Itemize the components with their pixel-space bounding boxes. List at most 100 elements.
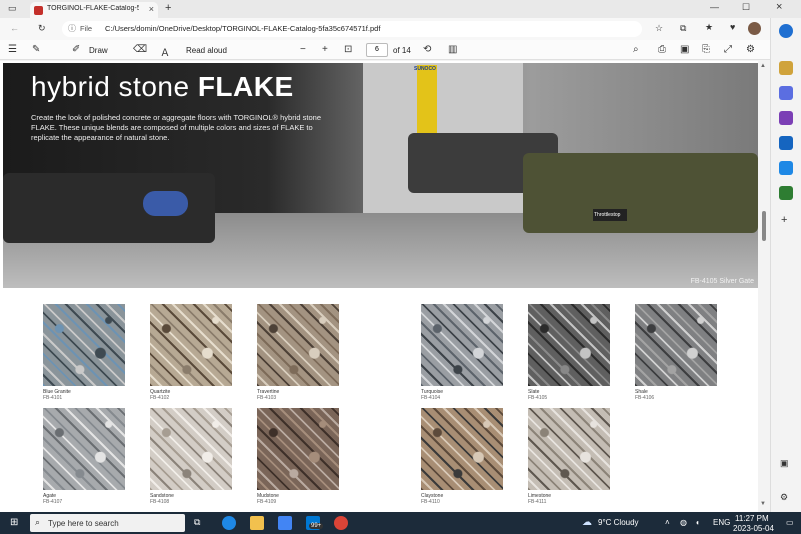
swatch-code: FB-4111 xyxy=(528,499,547,505)
scroll-up-icon[interactable]: ▲ xyxy=(760,63,766,69)
address-field[interactable]: ⓘ File C:/Users/domin/OneDrive/Desktop/T… xyxy=(62,21,642,37)
swatch-code: FB-4104 xyxy=(421,395,441,401)
edge-taskbar-icon[interactable] xyxy=(222,516,236,530)
draw-icon[interactable]: ✐ xyxy=(72,44,80,55)
chrome-icon[interactable] xyxy=(334,516,348,530)
swatch-tile xyxy=(635,304,717,386)
taskbar-search-box[interactable]: ⌕ Type here to search xyxy=(30,514,185,532)
scroll-down-icon[interactable]: ▼ xyxy=(760,501,766,507)
swatch-tile xyxy=(528,304,610,386)
page-number-input[interactable]: 6 xyxy=(366,43,388,57)
favorites-star-icon[interactable]: ☆ xyxy=(655,23,663,34)
weather-text[interactable]: 9°C Cloudy xyxy=(598,518,639,527)
contents-icon[interactable]: ☰ xyxy=(8,44,17,55)
drop-icon[interactable] xyxy=(779,161,793,175)
clock-date[interactable]: 2023-05-04 xyxy=(733,524,774,533)
zoom-out-icon[interactable]: − xyxy=(300,44,306,55)
split-screen-icon[interactable]: ⧉ xyxy=(680,23,686,34)
favorites-icon[interactable]: ★ xyxy=(705,22,713,33)
bing-icon[interactable] xyxy=(779,24,793,38)
tree-icon[interactable] xyxy=(779,186,793,200)
collections-icon[interactable]: ♥ xyxy=(730,22,735,32)
add-sidebar-app-icon[interactable]: + xyxy=(781,214,787,226)
maximize-icon[interactable]: ☐ xyxy=(742,2,750,13)
swatch-code: FB-4106 xyxy=(635,395,655,401)
page-view-icon[interactable]: ▥ xyxy=(448,44,457,55)
eraser-icon[interactable]: ⌫ xyxy=(133,44,147,55)
swatch-code: FB-4110 xyxy=(421,499,440,505)
sidebar-hide-icon[interactable]: ▣ xyxy=(780,458,789,469)
search-pdf-icon[interactable]: ⌕ xyxy=(633,44,639,55)
highlight-icon[interactable]: ✎ xyxy=(32,44,40,55)
close-window-icon[interactable]: × xyxy=(776,1,782,13)
windows-start-icon[interactable]: ⊞ xyxy=(10,517,18,528)
rotate-icon[interactable]: ⟲ xyxy=(423,44,431,55)
car-right xyxy=(523,153,758,233)
pdf-icon xyxy=(34,6,43,15)
license-plate-text: Throttlestop xyxy=(594,212,621,218)
title-bold: FLAKE xyxy=(197,71,294,102)
intro-text: Create the look of polished concrete or … xyxy=(31,113,321,142)
url-text: C:/Users/domin/OneDrive/Desktop/TORGINOL… xyxy=(105,24,381,33)
profile-avatar[interactable] xyxy=(748,22,761,35)
store-icon[interactable] xyxy=(278,516,292,530)
swatch-code: FB-4103 xyxy=(257,395,277,401)
tray-overflow-icon[interactable]: ˄ xyxy=(665,518,670,527)
swatch-code: FB-4101 xyxy=(43,395,63,401)
notifications-icon[interactable]: ▭ xyxy=(786,518,794,527)
tab-title: TORGINOL-FLAKE-Catalog-5fa35 xyxy=(47,5,139,12)
car-headlights xyxy=(143,191,188,216)
fullscreen-icon[interactable]: ⤢ xyxy=(724,44,732,55)
swatch-code: FB-4108 xyxy=(150,499,170,505)
pdf-toolbar: ☰ ✎ ✐ Draw ⌫ Ａ Read aloud − + ⊡ 6 of 14 … xyxy=(0,40,770,60)
photo-caption: FB-4105 Silver Gate xyxy=(690,278,754,285)
swatch-tile xyxy=(257,408,339,490)
info-icon[interactable]: ⓘ xyxy=(68,23,76,34)
pdf-page: SUNOCO Throttlestop hybrid stone FLAKE C… xyxy=(0,61,758,512)
tab-actions-icon[interactable]: ▭ xyxy=(8,3,17,14)
swatch-tile xyxy=(257,304,339,386)
settings-icon[interactable]: ⚙ xyxy=(746,44,755,55)
sunoco-sign: SUNOCO xyxy=(414,66,436,72)
language-indicator[interactable]: ENG xyxy=(713,518,730,527)
scroll-thumb[interactable] xyxy=(762,211,766,241)
browser-tab[interactable]: TORGINOL-FLAKE-Catalog-5fa35 × xyxy=(30,2,158,18)
title-light: hybrid stone xyxy=(31,71,198,102)
minimize-icon[interactable]: — xyxy=(710,2,719,12)
back-icon[interactable]: ← xyxy=(10,23,19,33)
page-title: hybrid stone FLAKE xyxy=(31,71,294,103)
swatch-tile xyxy=(43,408,125,490)
network-icon[interactable]: ◍ xyxy=(680,518,687,527)
close-tab-icon[interactable]: × xyxy=(149,4,154,14)
fit-page-icon[interactable]: ⊡ xyxy=(344,44,352,55)
save-icon[interactable]: ▣ xyxy=(680,44,689,55)
print-icon[interactable]: ⎙ xyxy=(658,44,666,55)
refresh-icon[interactable]: ↻ xyxy=(38,23,46,34)
swatch-code: FB-4109 xyxy=(257,499,277,505)
search-placeholder: Type here to search xyxy=(48,519,119,528)
task-view-icon[interactable]: ⧉ xyxy=(194,517,200,528)
swatch-tile xyxy=(43,304,125,386)
outlook-icon[interactable] xyxy=(779,136,793,150)
sidebar-settings-icon[interactable]: ⚙ xyxy=(780,492,788,503)
weather-icon[interactable]: ☁ xyxy=(582,517,592,528)
new-tab-icon[interactable]: + xyxy=(165,2,171,14)
search-icon: ⌕ xyxy=(35,517,41,527)
volume-icon[interactable]: ◖ xyxy=(695,518,700,527)
file-explorer-icon[interactable] xyxy=(250,516,264,530)
tools-icon[interactable] xyxy=(779,86,793,100)
read-aloud-button[interactable]: Read aloud xyxy=(186,46,227,55)
taskbar: ⊞ ⌕ Type here to search ⧉ 99+ ☁ 9°C Clou… xyxy=(0,512,801,534)
games-icon[interactable] xyxy=(779,111,793,125)
clock-time[interactable]: 11:27 PM xyxy=(735,514,769,523)
swatch-code: FB-4102 xyxy=(150,395,170,401)
add-text-icon[interactable]: Ａ xyxy=(160,44,170,59)
vertical-scrollbar[interactable]: ▲ ▼ xyxy=(758,61,770,512)
swatch-code: FB-4107 xyxy=(43,499,63,505)
hero-image: SUNOCO Throttlestop hybrid stone FLAKE C… xyxy=(3,63,758,288)
zoom-in-icon[interactable]: + xyxy=(322,44,328,55)
swatch-tile xyxy=(528,408,610,490)
save-as-icon[interactable]: ⎘ xyxy=(702,44,710,55)
shopping-icon[interactable] xyxy=(779,61,793,75)
draw-button[interactable]: Draw xyxy=(89,46,108,55)
